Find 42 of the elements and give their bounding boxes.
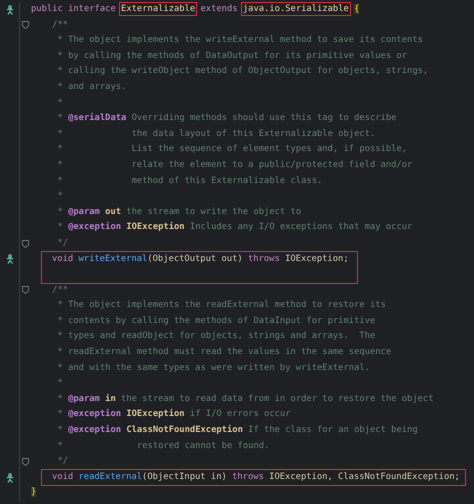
code-line: */ xyxy=(56,455,68,468)
code-line: /** xyxy=(51,284,68,297)
code-line: * The object implements the writeExternal method to save its contents xyxy=(56,34,423,48)
code-line: * by calling the methods of DataOutput for its primitive values or xyxy=(56,50,408,63)
code-line: * relate the element to a public/protected field and/or xyxy=(56,158,412,172)
code-line: * readExternal method must read the values in the same sequence xyxy=(56,346,392,360)
code-line: * xyxy=(56,96,63,110)
gutter-marker-icon[interactable] xyxy=(4,4,14,15)
code-line: * types and readObject for objects, strings and arrays. The xyxy=(56,330,376,344)
code-line: */ xyxy=(56,236,68,250)
fold-icon[interactable] xyxy=(22,458,29,466)
code-line: * @exception IOException if I/O errors occur xyxy=(56,408,291,422)
keyword: extends xyxy=(199,4,239,14)
code-line: void writeExternal(ObjectOutput out) throws IOException; xyxy=(52,252,350,266)
code-line: * restored cannot be found. xyxy=(56,440,270,453)
type-name: Externalizable xyxy=(121,4,196,14)
gutter-marker-icon[interactable] xyxy=(4,472,14,483)
brace: { xyxy=(354,4,360,14)
fold-icon[interactable] xyxy=(22,21,29,30)
code-line: * calling the writeObject method of ObjectOutput for objects, strings, xyxy=(56,65,428,78)
fold-icon[interactable] xyxy=(22,286,29,294)
code-line: void readExternal(ObjectInput in) throws IOException, ClassNotFoundException; xyxy=(52,470,460,484)
code-line: * @exception IOException Includes any I/O exceptions that may occur xyxy=(56,220,412,234)
code-line: * xyxy=(56,377,63,390)
code-line: * @serialData Overriding methods should use this tag to describe xyxy=(56,112,396,126)
code-line: * method of this Externalizable class. xyxy=(56,174,322,188)
code-line: * and arrays. xyxy=(56,80,126,94)
code-line: * List the sequence of element types and, if possible, xyxy=(56,143,408,156)
code-line: * @param out the stream to write the object to xyxy=(56,206,302,219)
code-line: * @param in the stream to read data from in order to restore the object xyxy=(56,392,434,406)
keyword: public xyxy=(31,4,64,14)
code-line: * xyxy=(56,190,63,204)
code-line: * The object implements the readExternal method to restore its xyxy=(56,299,386,312)
code-line: * @exception ClassNotFoundException If the class for an object being xyxy=(56,424,418,438)
code-line: * contents by calling the methods of DataInput for primitive xyxy=(56,314,376,328)
fold-icon[interactable] xyxy=(22,240,29,248)
code-line: * and with the same types as were written by writeExternal. xyxy=(56,362,370,375)
keyword: interface xyxy=(68,4,117,14)
code-line: * the data layout of this Externalizable object. xyxy=(56,128,376,141)
code-line: /** xyxy=(51,18,68,32)
gutter-marker-icon[interactable] xyxy=(4,254,14,264)
type-name: java.io.Serializable xyxy=(242,4,349,14)
